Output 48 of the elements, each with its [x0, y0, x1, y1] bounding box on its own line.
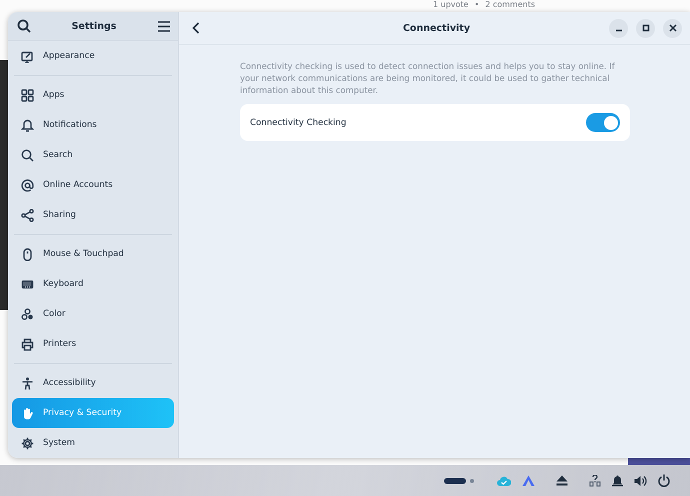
sidebar-item[interactable]: System	[12, 428, 174, 458]
description-text: Connectivity checking is used to detect connection issues and helps you to stay online. If your network communications are being monitored, it could be used to gather technical information about this computer.	[240, 60, 616, 96]
maximize-button[interactable]	[636, 18, 655, 38]
post-vote-count[interactable]: 1 upvote	[433, 0, 468, 10]
color-circles-icon	[21, 308, 34, 320]
sidebar-item[interactable]: Keyboard	[12, 269, 174, 299]
printer-icon	[21, 338, 34, 350]
sidebar-item[interactable]: Color	[12, 299, 174, 329]
close-button[interactable]	[663, 18, 682, 38]
setting-label: Connectivity Checking	[250, 118, 346, 128]
post-comment-count[interactable]: 2 comments	[485, 0, 535, 10]
display-icon	[21, 50, 34, 62]
volume-icon[interactable]	[634, 474, 647, 486]
cloud-check-icon[interactable]	[497, 476, 511, 486]
power-icon[interactable]	[658, 474, 670, 487]
toggle-switch[interactable]	[586, 113, 620, 132]
minimize-button[interactable]	[609, 18, 628, 38]
sidebar-item[interactable]: Notifications	[12, 110, 174, 140]
notification-bell-icon[interactable]	[612, 474, 623, 486]
gear-icon	[21, 436, 34, 450]
bell-icon	[21, 118, 34, 132]
hand-icon	[21, 406, 34, 420]
separator-dot: •	[474, 0, 480, 10]
sidebar-item[interactable]: Appearance	[12, 41, 174, 71]
grid-icon	[21, 88, 34, 102]
sidebar-item[interactable]: Mouse & Touchpad	[12, 239, 174, 269]
eject-icon[interactable]	[556, 475, 568, 486]
at-sign-icon	[21, 178, 34, 192]
person-icon	[21, 376, 34, 390]
search-icon	[21, 148, 34, 162]
sidebar-title: Settings	[72, 20, 116, 32]
keyboard-icon	[21, 278, 34, 290]
sidebar-item[interactable]: Sharing	[12, 200, 174, 230]
page-title: Connectivity	[402, 22, 472, 34]
back-icon[interactable]	[191, 20, 201, 36]
share-icon	[21, 208, 34, 222]
mouse-icon	[21, 248, 34, 260]
close-icon	[668, 24, 676, 32]
sidebar-item[interactable]: Online Accounts	[12, 170, 174, 200]
maximize-icon	[642, 24, 650, 32]
sidebar-item[interactable]: Accessibility	[12, 368, 174, 398]
workspace-indicator-icon[interactable]	[444, 476, 476, 484]
sidebar-item[interactable]: Printers	[12, 329, 174, 359]
network-question-icon[interactable]	[589, 474, 601, 486]
search-icon[interactable]	[16, 18, 32, 34]
menu-icon[interactable]	[156, 18, 172, 34]
sidebar-item[interactable]: Search	[12, 140, 174, 170]
sidebar-item[interactable]: Apps	[12, 80, 174, 110]
